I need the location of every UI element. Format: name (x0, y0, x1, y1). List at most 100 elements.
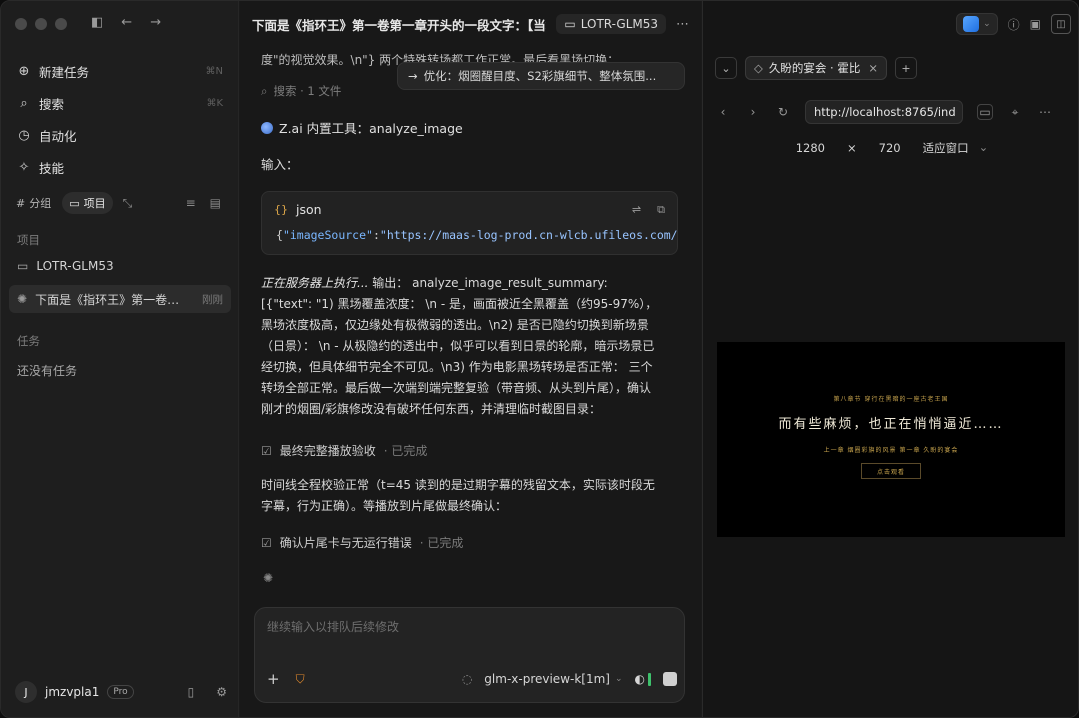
project-name: LOTR-GLM53 (36, 259, 114, 273)
new-tab-icon[interactable]: + (895, 57, 917, 79)
output-line: 黑场浓度极高，仅边缘处有极微弱的透出。\n2) 是否已隐约切换到新场景 (261, 318, 649, 332)
archive-icon[interactable]: ▤ (210, 196, 221, 210)
close-icon[interactable]: × (868, 61, 878, 75)
gear-icon[interactable]: ⚙ (216, 685, 227, 699)
tab-favicon-icon: ◇ (754, 61, 763, 75)
finder-icon (963, 16, 980, 32)
project-chip-label: LOTR-GLM53 (580, 17, 658, 31)
code-key: "imageSource" (282, 228, 373, 242)
zoom-window-button[interactable] (55, 18, 67, 30)
more-options-icon[interactable]: ⋯ (676, 17, 689, 32)
viewport-height[interactable]: 720 (879, 141, 901, 155)
fit-label: 适应窗口 (922, 141, 969, 155)
code-block: {} json ⇌ ⧉ {"imageSource":"https://maas… (261, 191, 678, 255)
help-icon[interactable]: ⓘ (1008, 16, 1020, 33)
shortcut-hint: ⌘K (206, 97, 223, 109)
message-paragraph: 时间线全程校验正常（t=45 读到的是过期字幕的残留文本，实际该时段无 字幕，行… (261, 475, 681, 517)
forward-arrow-icon[interactable]: › (745, 105, 761, 119)
search-icon: ⌕ (261, 83, 268, 98)
stop-button[interactable] (663, 672, 677, 686)
phone-icon[interactable]: ▯ (188, 685, 195, 699)
split-view-icon[interactable]: ◫ (1051, 14, 1071, 34)
clock-icon: ◷ (18, 127, 30, 143)
segment-project[interactable]: ▭ 项目 (62, 192, 113, 214)
sidebar: ◧ ← → ⊕ 新建任务 ⌘N ⌕ 搜索 ⌘K ◷ 自动化 ✧ 技能 # 分组 … (1, 1, 239, 717)
more-options-icon[interactable]: ⋯ (1037, 105, 1053, 119)
viewport-width[interactable]: 1280 (796, 141, 825, 155)
forward-arrow-icon[interactable]: → (150, 15, 161, 30)
add-attachment-icon[interactable]: + (267, 670, 280, 688)
responsive-view-icon[interactable]: ▭ (977, 104, 993, 120)
search-icon: ⌕ (20, 95, 28, 111)
user-bar: J jmzvpla1 Pro ▯ ⚙ (15, 681, 227, 703)
preview-play-button[interactable]: 点击观看 (861, 463, 921, 479)
output-line: （日景）： \n - 从极隐约的透出中，似乎可以看到日景的轮廓，暗示场景已 (261, 339, 655, 353)
search-activity-row[interactable]: ⌕ 搜索 · 1 文件 (261, 83, 341, 99)
project-item[interactable]: ▭ LOTR-GLM53 (9, 252, 231, 280)
fit-select[interactable]: 适应窗口 ⌄ (923, 140, 989, 156)
chat-title: 下面是《指环王》第一卷第一章开头的一段文字：【当袋底洞的... (252, 17, 546, 33)
terminal-icon[interactable]: ▣ (1030, 17, 1041, 31)
shield-icon[interactable]: ⛉ (296, 672, 305, 687)
wrap-icon[interactable]: ⇌ (632, 203, 641, 217)
execution-output: 正在服务器上执行... 输出： analyze_image_result_sum… (261, 273, 681, 420)
json-icon: {} (274, 203, 288, 216)
nav-search[interactable]: ⌕ 搜索 ⌘K (9, 87, 231, 119)
context-usage-icon[interactable]: ◐ (635, 672, 651, 686)
copy-icon[interactable]: ⧉ (657, 203, 665, 217)
nav-automation[interactable]: ◷ 自动化 (9, 119, 231, 151)
browser-panel: ⌄ ⓘ ▣ ◫ ⌄ ◇ 久盼的宴会 · 霍比 × + ‹ › ↻ http://… (702, 1, 1078, 717)
segment-label: 项目 (83, 197, 106, 210)
browser-tab[interactable]: ◇ 久盼的宴会 · 霍比 × (745, 56, 887, 80)
optimization-chip[interactable]: → 优化：烟圈醒目度、S2彩旗细节、整体氛围... (397, 62, 685, 90)
minimize-window-button[interactable] (35, 18, 47, 30)
filter-icon[interactable]: ≡ (186, 196, 196, 210)
chevron-down-icon: ⌄ (614, 674, 623, 684)
nav-skills[interactable]: ✧ 技能 (9, 151, 231, 183)
page-preview[interactable]: 第八章节 穿行在黑暗的一座古老王国 而有些麻烦，也正在悄悄逼近…… 上一章 烟圈… (717, 342, 1065, 537)
task-status-row[interactable]: ☑ 最终完整播放验收 · 已完成 (261, 442, 427, 459)
close-window-button[interactable] (15, 18, 27, 30)
url-field[interactable]: http://localhost:8765/ind (805, 100, 963, 124)
exec-prefix: 正在服务器上执行... (261, 276, 369, 290)
project-chip[interactable]: ▭ LOTR-GLM53 (556, 14, 666, 34)
task-label: 确认片尾卡与无运行错误 (279, 536, 412, 550)
task-status-row[interactable]: ☑ 确认片尾卡与无运行错误 · 已完成 (261, 534, 463, 551)
avatar[interactable]: J (15, 681, 37, 703)
message-input[interactable] (267, 620, 667, 634)
message-line: 时间线全程校验正常（t=45 读到的是过期字幕的残留文本，实际该时段无 (261, 478, 655, 492)
preview-headline: 而有些麻烦，也正在悄悄逼近…… (778, 417, 1004, 432)
output-line: [{"text": "1) 黑场覆盖浓度： \n - 是，画面被近全黑覆盖（约9… (261, 297, 658, 311)
back-arrow-icon[interactable]: ← (121, 15, 132, 30)
new-task-icon: ⊕ (18, 63, 30, 79)
dimension-separator: × (847, 141, 857, 155)
viewport-dimensions: 1280 × 720 适应窗口 ⌄ (703, 137, 1078, 159)
reload-icon[interactable]: ↻ (775, 105, 791, 119)
app-picker[interactable]: ⌄ (956, 13, 998, 35)
task-label: 最终完整播放验收 (279, 444, 376, 458)
shortcut-hint: ⌘N (205, 65, 223, 77)
active-task-item[interactable]: ✺ 下面是《指环王》第一卷第一章开头的一段文字 刚刚 (9, 285, 231, 313)
browser-tabbar: ⌄ ◇ 久盼的宴会 · 霍比 × + (715, 55, 1069, 81)
checklist-icon: ☑ (261, 535, 272, 550)
segment-label: 分组 (29, 197, 52, 210)
collapse-icon[interactable]: ⤡ (123, 196, 133, 211)
tasks-section-label: 任务 (17, 334, 40, 348)
back-arrow-icon[interactable]: ‹ (715, 105, 731, 119)
projects-section-label: 项目 (17, 233, 40, 247)
pointer-select-icon[interactable]: ⌖ (1007, 105, 1023, 120)
loading-spinner-icon: ✺ (263, 571, 274, 585)
tab-list-icon[interactable]: ⌄ (715, 57, 737, 79)
view-segment-row: # 分组 ▭ 项目 ⤡ ≡ ▤ (9, 192, 231, 214)
arrow-right-icon: → (408, 69, 418, 83)
checklist-icon: ☑ (261, 443, 272, 458)
tool-label: Z.ai 内置工具：analyze_image (279, 121, 463, 136)
model-selector[interactable]: glm-x-preview-k[1m] ⌄ (484, 672, 622, 686)
tab-title: 久盼的宴会 · 霍比 (768, 61, 861, 75)
toggle-sidebar-icon[interactable]: ◧ (91, 15, 103, 30)
task-time: 刚刚 (202, 293, 223, 306)
context-level-bar (648, 672, 651, 686)
output-line: 刚才的烟圈/彩旗修改没有破坏任何东西，并清理临时截图目录： (261, 402, 602, 416)
nav-new-task[interactable]: ⊕ 新建任务 ⌘N (9, 55, 231, 87)
segment-group[interactable]: # 分组 (9, 192, 58, 214)
